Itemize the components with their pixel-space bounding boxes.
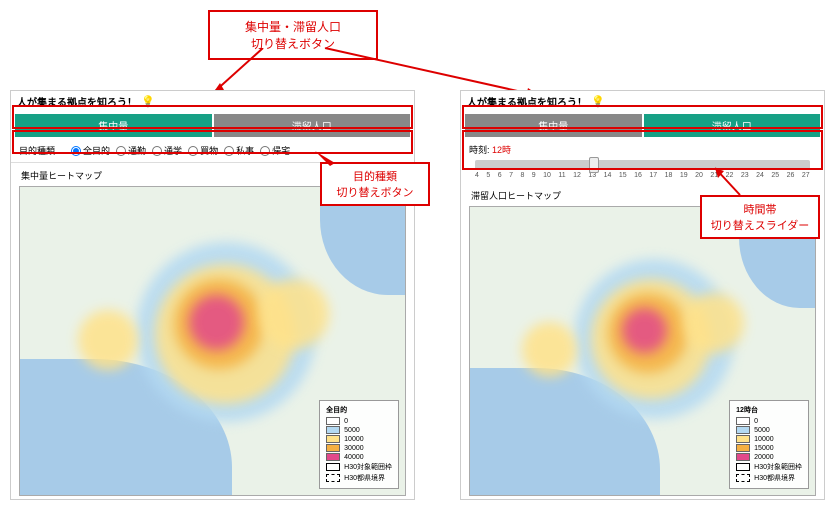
callout-purpose-tail	[310, 148, 340, 168]
map-right[interactable]: 12時台 0 5000 10000 15000 20000 H30対象範囲枠 H…	[469, 206, 816, 496]
callout-purpose: 目的種類 切り替えボタン	[320, 162, 430, 206]
radio-home[interactable]: 帰宅	[260, 144, 290, 157]
panel-title-right: 人が集まる拠点を知ろう！💡	[461, 91, 824, 112]
radio-commute[interactable]: 通勤	[116, 144, 146, 157]
panel-left: 人が集まる拠点を知ろう！💡 集中量 滞留人口 目的種類 全目的 通勤 通学 買物…	[10, 90, 415, 500]
tab-concentration-r[interactable]: 集中量	[465, 114, 642, 137]
radio-shopping[interactable]: 買物	[188, 144, 218, 157]
bulb-icon: 💡	[141, 95, 155, 108]
tab-population-r[interactable]: 滞留人口	[644, 114, 821, 137]
tabs-left: 集中量 滞留人口	[11, 112, 414, 139]
map-left[interactable]: 全目的 0 5000 10000 30000 40000 H30対象範囲枠 H3…	[19, 186, 406, 496]
tab-concentration[interactable]: 集中量	[15, 114, 212, 137]
tab-population[interactable]: 滞留人口	[214, 114, 411, 137]
radio-private[interactable]: 私事	[224, 144, 254, 157]
radio-school[interactable]: 通学	[152, 144, 182, 157]
slider-ticks: 4567891011121314151617181920212223242526…	[469, 172, 816, 179]
radio-all[interactable]: 全目的	[71, 144, 110, 157]
time-slider[interactable]	[475, 160, 810, 170]
legend-right: 12時台 0 5000 10000 15000 20000 H30対象範囲枠 H…	[729, 400, 809, 489]
purpose-row: 目的種類 全目的 通勤 通学 買物 私事 帰宅	[11, 139, 414, 163]
panel-right: 人が集まる拠点を知ろう！💡 集中量 滞留人口 時刻: 12時 456789101…	[460, 90, 825, 500]
panel-title-left: 人が集まる拠点を知ろう！💡	[11, 91, 414, 112]
time-row: 時刻: 12時 45678910111213141516171819202122…	[461, 139, 824, 183]
legend-left: 全目的 0 5000 10000 30000 40000 H30対象範囲枠 H3…	[319, 400, 399, 489]
callout-slider: 時間帯 切り替えスライダー	[700, 195, 820, 239]
tabs-right: 集中量 滞留人口	[461, 112, 824, 139]
bulb-icon-r: 💡	[591, 95, 605, 108]
callout-slider-tail	[710, 165, 750, 200]
purpose-label: 目的種類	[19, 144, 55, 157]
